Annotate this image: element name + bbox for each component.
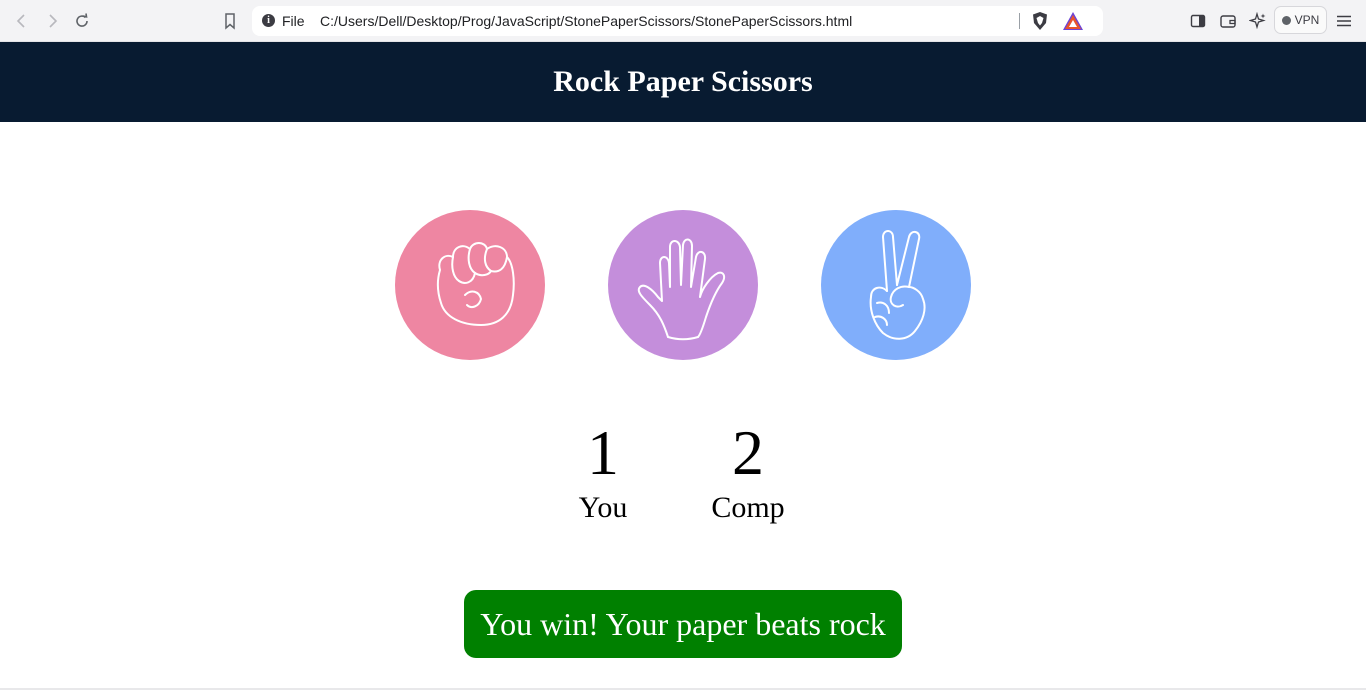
divider (1019, 13, 1020, 29)
wallet-icon (1220, 15, 1236, 28)
page-title: Rock Paper Scissors (553, 65, 813, 98)
bookmark-button[interactable] (218, 9, 242, 33)
vpn-button[interactable]: VPN (1274, 6, 1327, 34)
sparkle-icon (1249, 12, 1266, 30)
page-header: Rock Paper Scissors (0, 42, 1366, 122)
reload-icon (76, 13, 88, 27)
reload-button[interactable] (70, 9, 94, 33)
browser-toolbar: i File C:/Users/Dell/Desktop/Prog/JavaSc… (0, 0, 1366, 42)
scissors-hand-icon (869, 230, 926, 340)
address-bar[interactable]: i File C:/Users/Dell/Desktop/Prog/JavaSc… (252, 6, 1103, 36)
chevron-left-icon (16, 14, 25, 28)
back-button[interactable] (10, 9, 34, 33)
vpn-label: VPN (1294, 13, 1320, 27)
user-score: 1 (587, 417, 619, 488)
hamburger-menu-icon (1337, 15, 1351, 27)
comp-score-box: 2 Comp (693, 418, 803, 526)
paper-choice[interactable] (608, 210, 758, 360)
comp-score: 2 (732, 417, 764, 488)
scheme-label: File (282, 13, 305, 29)
vpn-status-icon (1281, 15, 1291, 25)
rock-hand-icon (436, 242, 515, 326)
sidebar-icon (1190, 14, 1206, 28)
brave-rewards-icon[interactable] (1062, 11, 1084, 31)
brave-shield-icon[interactable] (1030, 11, 1050, 31)
scissors-choice[interactable] (821, 210, 971, 360)
forward-button[interactable] (40, 9, 64, 33)
sidebar-button[interactable] (1186, 9, 1210, 33)
leo-ai-button[interactable] (1246, 9, 1270, 33)
wallet-button[interactable] (1216, 9, 1240, 33)
bookmark-icon (225, 13, 235, 30)
chevron-right-icon (49, 14, 58, 28)
paper-hand-icon (637, 238, 726, 341)
user-score-label: You (578, 491, 628, 524)
url-text[interactable]: C:/Users/Dell/Desktop/Prog/JavaScript/St… (320, 13, 852, 29)
user-score-box: 1 You (548, 418, 658, 526)
comp-score-label: Comp (711, 491, 785, 524)
info-icon[interactable]: i (262, 14, 275, 27)
rock-choice[interactable] (395, 210, 545, 360)
menu-button[interactable] (1332, 9, 1356, 33)
result-message: You win! Your paper beats rock (464, 590, 902, 658)
